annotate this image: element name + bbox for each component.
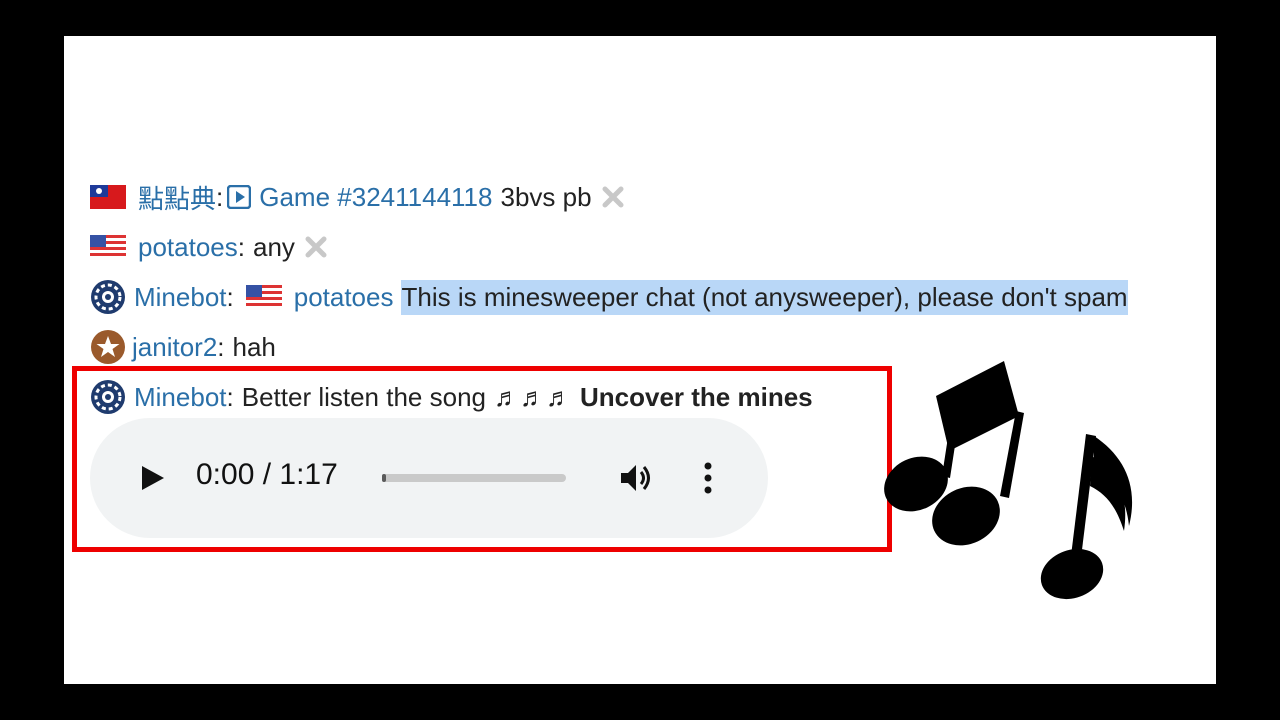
chat-text: any [252, 231, 295, 262]
us-flag-icon [90, 235, 126, 259]
chat-text: hah [232, 331, 276, 362]
chat-username[interactable]: 點點典 [138, 179, 216, 216]
chat-message: 點點典 : Game #3241144118 3bvs pb [90, 179, 624, 215]
chat-canvas: 點點典 : Game #3241144118 3bvs pb potatoes … [64, 36, 1216, 684]
chat-username[interactable]: janitor2 [132, 332, 217, 363]
music-notes-icon [854, 356, 1154, 606]
chat-colon: : [216, 181, 224, 212]
chat-colon: : [226, 281, 234, 312]
play-button[interactable] [138, 464, 166, 492]
gear-badge-icon [90, 279, 126, 315]
chat-text: 3bvs pb [500, 181, 592, 212]
highlighted-text: This is minesweeper chat (not anysweeper… [401, 279, 1128, 315]
volume-button[interactable] [618, 460, 654, 496]
close-icon[interactable] [602, 186, 624, 208]
taiwan-flag-icon [90, 185, 126, 209]
game-link[interactable]: Game #3241144118 [259, 182, 492, 213]
us-flag-icon [245, 285, 282, 309]
audio-player: 0:00 / 1:17 [90, 418, 768, 538]
chat-message: potatoes : any [90, 229, 327, 265]
seek-progress [382, 474, 386, 482]
chat-message: janitor2 : hah [90, 329, 276, 365]
play-square-icon[interactable] [227, 185, 252, 209]
chat-message: Minebot : potatoes This is minesweeper c… [90, 279, 1128, 315]
chat-username[interactable]: potatoes [138, 232, 238, 263]
mention-username[interactable]: potatoes [294, 282, 394, 313]
close-icon[interactable] [305, 236, 327, 258]
chat-colon: : [237, 231, 245, 262]
chat-colon: : [217, 331, 225, 362]
time-display: 0:00 / 1:17 [196, 458, 338, 491]
more-options-button[interactable] [696, 460, 720, 496]
chat-username[interactable]: Minebot [134, 282, 227, 313]
star-badge-icon [90, 329, 126, 365]
seek-bar[interactable] [382, 474, 566, 482]
